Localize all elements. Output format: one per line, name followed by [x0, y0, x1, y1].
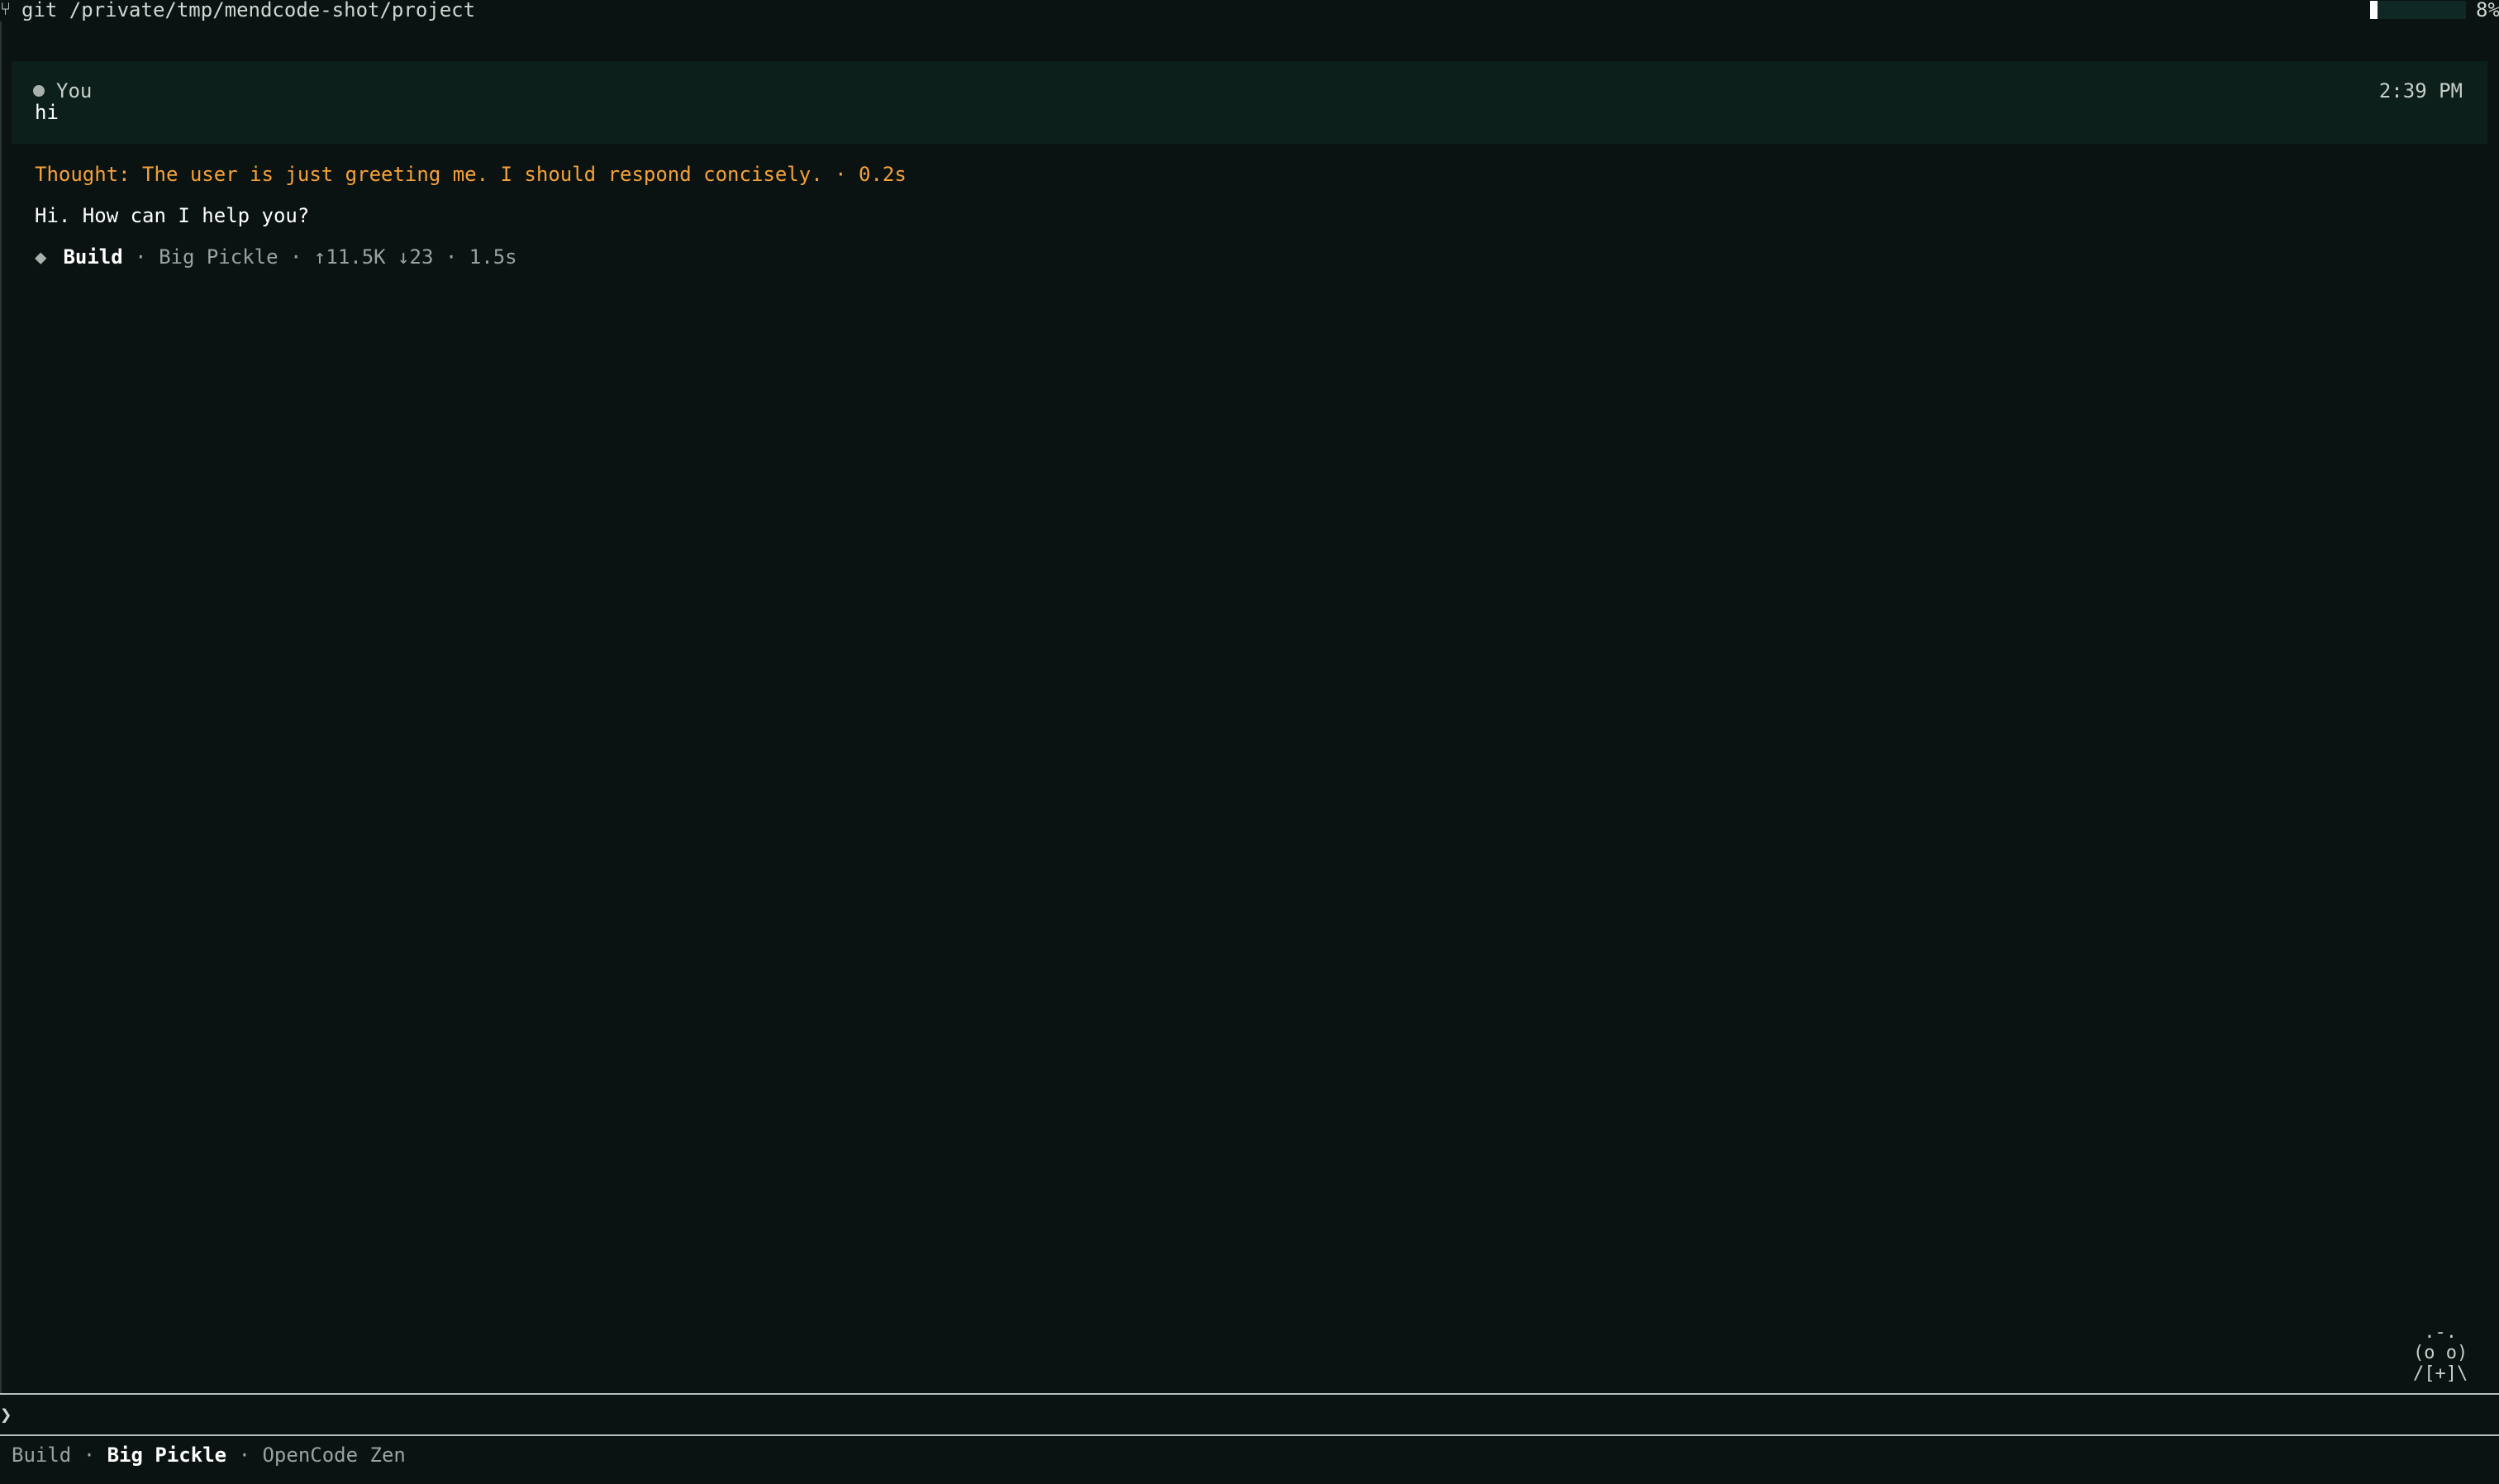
footer-model[interactable]: Big Pickle [107, 1444, 227, 1467]
context-usage-percent: 8% [2476, 0, 2499, 21]
assistant-thought: Thought: The user is just greeting me. I… [35, 163, 907, 186]
footer-separator: · [83, 1444, 96, 1467]
response-meta: ◆ Build · Big Pickle · ↑11.5K ↓23 · 1.5s [35, 245, 517, 269]
workspace-path: git /private/tmp/mendcode-shot/project [21, 0, 476, 21]
user-status-dot-icon [33, 85, 45, 97]
meta-separator: · [290, 245, 302, 269]
robot-mascot-icon: .-. (o o) /[+]\ [2413, 1322, 2468, 1384]
prompt-caret-icon: ❯ [0, 1403, 12, 1426]
content-left-border [0, 21, 2, 1393]
meta-tokens-down: ↓23 [397, 245, 434, 269]
prompt-input[interactable] [18, 1398, 2492, 1433]
meta-agent: Build [63, 245, 123, 269]
meta-separator: · [445, 245, 458, 269]
user-message-text: hi [35, 101, 59, 124]
context-usage-meter [2370, 1, 2466, 19]
prompt-bottom-border [0, 1434, 2499, 1436]
meta-duration: 1.5s [469, 245, 517, 269]
user-message: You 2:39 PM hi [12, 61, 2487, 144]
agent-diamond-icon: ◆ [35, 245, 47, 269]
footer-separator: · [238, 1444, 251, 1467]
message-timestamp: 2:39 PM [2378, 79, 2463, 102]
footer-agent[interactable]: Build [12, 1444, 71, 1467]
top-status-bar: ⑂ git /private/tmp/mendcode-shot/project… [0, 0, 2499, 21]
meta-model: Big Pickle [159, 245, 278, 269]
meta-separator: · [135, 245, 147, 269]
assistant-reply: Hi. How can I help you? [35, 204, 310, 227]
meta-tokens-up: ↑11.5K [313, 245, 386, 269]
context-usage-fill [2370, 1, 2378, 19]
footer-provider[interactable]: OpenCode Zen [262, 1444, 405, 1467]
footer-status: Build · Big Pickle · OpenCode Zen [12, 1443, 406, 1467]
prompt-top-border [0, 1393, 2499, 1395]
git-branch-icon: ⑂ [0, 0, 12, 20]
message-author: You [56, 79, 93, 102]
